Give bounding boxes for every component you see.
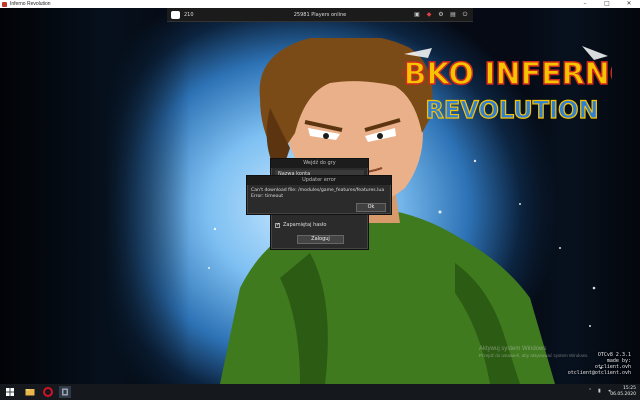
chevron-up-icon[interactable]: ⌃ xyxy=(588,386,594,396)
diamond-icon[interactable]: ◆ xyxy=(425,11,433,19)
error-dialog-title: Updater error xyxy=(247,176,391,185)
gear-icon[interactable]: ⚙ xyxy=(437,11,445,19)
window-title: Inferno Revolution xyxy=(10,1,51,7)
minimize-button[interactable]: – xyxy=(574,0,596,8)
windows-start-icon[interactable] xyxy=(4,386,16,398)
remember-password-label: Zapamiętaj hasło xyxy=(283,222,327,228)
maximize-button[interactable]: □ xyxy=(596,0,618,8)
ok-button[interactable]: Ok xyxy=(356,203,386,212)
dbko-inferno-revolution-logo: DBKO INFERNO REVOLUTION xyxy=(402,46,612,125)
client-topbar: 210 25981 Players online ▣ ◆ ⚙ ▤ ⏻ xyxy=(167,8,473,22)
login-dialog-title: Wejdź do gry xyxy=(271,159,368,168)
version-info: OTCv8 2.3.1 made by: otclient.ovh otclie… xyxy=(568,352,631,376)
logo-line1: DBKO INFERNO xyxy=(402,57,612,92)
remember-password-checkbox[interactable]: ✓ xyxy=(275,222,280,228)
network-icon[interactable]: ▮ xyxy=(598,386,604,396)
windows-taskbar: ⌃ ▮ ◂ 15:25 06.05.2020 xyxy=(0,384,640,400)
app-icon xyxy=(2,1,7,7)
power-icon[interactable]: ⏻ xyxy=(461,11,469,19)
game-viewport[interactable]: DBKO INFERNO REVOLUTION 210 25981 Player… xyxy=(0,8,640,384)
topbar-tools: ▣ ◆ ⚙ ▤ ⏻ xyxy=(413,11,469,19)
window-controls: – □ ✕ xyxy=(574,0,640,8)
clock-date: 06.05.2020 xyxy=(610,391,636,397)
error-message: Can't download file: /modules/game_featu… xyxy=(251,188,391,200)
menu-icon[interactable]: ▤ xyxy=(449,11,457,19)
close-button[interactable]: ✕ xyxy=(618,0,640,8)
taskbar-clock[interactable]: 15:25 06.05.2020 xyxy=(610,386,636,397)
window-titlebar[interactable]: Inferno Revolution – □ ✕ xyxy=(0,0,640,8)
file-explorer-icon[interactable] xyxy=(24,386,36,398)
inferno-app-icon[interactable] xyxy=(59,386,71,398)
opera-icon[interactable] xyxy=(42,386,54,398)
updater-error-dialog: Updater error Can't download file: /modu… xyxy=(246,175,392,215)
screenshot-icon[interactable]: ▣ xyxy=(413,11,421,19)
error-message-line2: Error: timeout xyxy=(251,194,284,199)
version-line4: otclient@otclient.ovh xyxy=(567,370,631,376)
login-button[interactable]: Zaloguj xyxy=(297,235,344,244)
logo-line2: REVOLUTION xyxy=(425,96,598,124)
remember-password-row[interactable]: ✓ Zapamiętaj hasło xyxy=(275,221,364,229)
